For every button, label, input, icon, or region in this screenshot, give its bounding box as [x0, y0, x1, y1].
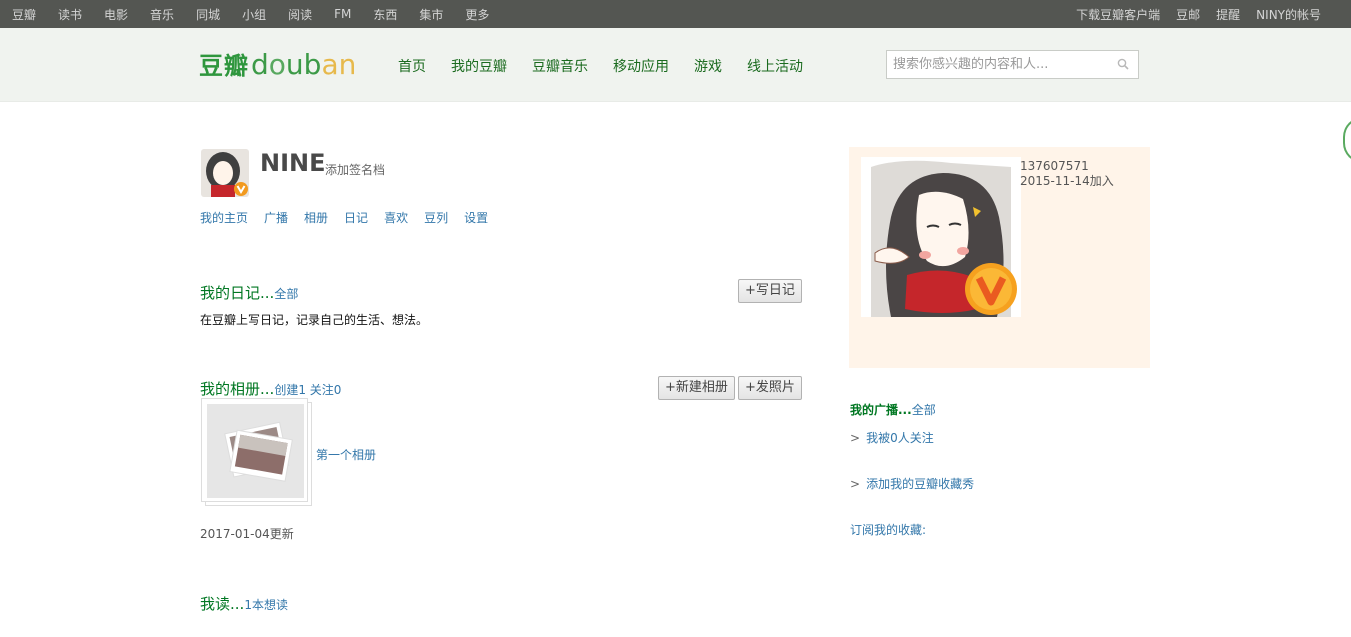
logo-en-text: douban [251, 48, 356, 81]
nav-games[interactable]: 游戏 [694, 56, 722, 76]
global-nav-market[interactable]: 集市 [419, 6, 443, 23]
album-cover-front [201, 398, 308, 502]
global-nav-music[interactable]: 音乐 [150, 6, 174, 23]
global-nav-location[interactable]: 同城 [196, 6, 220, 23]
broadcast-section-title: 我的广播...全部 [850, 401, 936, 418]
tab-doulist[interactable]: 豆列 [424, 209, 448, 226]
profile-name: NINE [260, 149, 326, 177]
notifications-link[interactable]: 提醒 [1216, 6, 1240, 23]
logo-cn-text: 豆瓣 [199, 52, 249, 80]
search-input[interactable] [887, 51, 1107, 78]
collection-show-row: > 添加我的豆瓣收藏秀 [850, 475, 974, 492]
broadcast-all-link[interactable]: 全部 [912, 403, 936, 417]
account-menu-link[interactable]: NINY的帐号 [1256, 6, 1321, 23]
write-diary-button[interactable]: +写日记 [738, 279, 802, 303]
album-title[interactable]: 我的相册... [200, 380, 274, 398]
site-header: 豆瓣 douban 首页 我的豆瓣 豆瓣音乐 移动应用 游戏 线上活动 [0, 28, 1351, 102]
search-icon[interactable] [1117, 58, 1129, 70]
add-collection-show-link[interactable]: 添加我的豆瓣收藏秀 [866, 477, 974, 491]
new-album-button[interactable]: +新建相册 [658, 376, 735, 400]
tab-my-homepage[interactable]: 我的主页 [200, 209, 248, 226]
global-nav-douban[interactable]: 豆瓣 [12, 6, 36, 23]
logo-en-o: o [268, 48, 286, 81]
diary-section-title: 我的日记...全部 [200, 282, 298, 303]
nav-mobile-apps[interactable]: 移动应用 [613, 56, 669, 76]
diary-all-link[interactable]: 全部 [274, 287, 298, 301]
nav-douban-music[interactable]: 豆瓣音乐 [532, 56, 588, 76]
global-nav-group[interactable]: 小组 [242, 6, 266, 23]
tab-diary[interactable]: 日记 [344, 209, 368, 226]
douban-logo[interactable]: 豆瓣 douban [199, 46, 356, 86]
avatar[interactable] [201, 149, 249, 197]
reading-title[interactable]: 我读... [200, 595, 244, 613]
followers-link[interactable]: 我被0人关注 [866, 431, 934, 445]
tab-likes[interactable]: 喜欢 [384, 209, 408, 226]
album-section-title: 我的相册...创建1 关注0 [200, 378, 341, 399]
global-nav-dongxi[interactable]: 东西 [373, 6, 397, 23]
nav-my-douban[interactable]: 我的豆瓣 [451, 56, 507, 76]
add-signature-link[interactable]: 添加签名档 [325, 161, 385, 178]
logo-en-d: d [251, 48, 269, 81]
reading-section-title: 我读...1本想读 [200, 593, 288, 614]
diary-title[interactable]: 我的日记... [200, 284, 274, 302]
main-nav: 首页 我的豆瓣 豆瓣音乐 移动应用 游戏 线上活动 [398, 56, 828, 76]
global-nav-read[interactable]: 阅读 [288, 6, 312, 23]
album-name-link[interactable]: 第一个相册 [316, 446, 376, 463]
logo-en-ub: ub [285, 48, 322, 81]
broadcast-title[interactable]: 我的广播... [850, 403, 912, 417]
global-nav-links: 豆瓣 读书 电影 音乐 同城 小组 阅读 FM 东西 集市 更多 [12, 0, 511, 28]
user-id: 137607571 [1020, 159, 1089, 173]
photo-placeholder-icon [224, 421, 293, 482]
chevron-right-icon: > [850, 477, 861, 491]
global-nav-fm[interactable]: FM [334, 7, 351, 21]
user-info: 137607571 2015-11-14加入 [1020, 159, 1114, 189]
global-nav-book[interactable]: 读书 [58, 6, 82, 23]
join-date: 2015-11-14加入 [1020, 174, 1114, 188]
tab-album[interactable]: 相册 [304, 209, 328, 226]
nav-home[interactable]: 首页 [398, 56, 426, 76]
profile-large-avatar [861, 157, 1021, 317]
chevron-right-icon: > [850, 431, 861, 445]
nav-online-events[interactable]: 线上活动 [747, 56, 803, 76]
search-box [886, 50, 1139, 79]
diary-empty-description: 在豆瓣上写日记，记录自己的生活、想法。 [200, 313, 429, 327]
tab-settings[interactable]: 设置 [464, 209, 488, 226]
upload-photo-button[interactable]: +发照片 [738, 376, 802, 400]
subscribe-collection-link[interactable]: 订阅我的收藏: [850, 521, 926, 538]
logo-en-an: an [321, 48, 357, 81]
tab-broadcast[interactable]: 广播 [264, 209, 288, 226]
followers-row: > 我被0人关注 [850, 429, 934, 446]
album-meta-link[interactable]: 创建1 关注0 [274, 383, 341, 397]
album-cover[interactable] [201, 398, 313, 506]
doumail-link[interactable]: 豆邮 [1176, 6, 1200, 23]
profile-tabs: 我的主页 广播 相册 日记 喜欢 豆列 设置 [200, 209, 504, 226]
global-nav-movie[interactable]: 电影 [104, 6, 128, 23]
album-placeholder-image [207, 404, 304, 498]
global-top-nav: 豆瓣 读书 电影 音乐 同城 小组 阅读 FM 东西 集市 更多 下载豆瓣客户端… [0, 0, 1351, 28]
reading-wish-link[interactable]: 1本想读 [244, 598, 288, 612]
album-updated-date: 2017-01-04更新 [200, 527, 294, 541]
download-client-link[interactable]: 下载豆瓣客户端 [1076, 6, 1160, 23]
global-nav-more[interactable]: 更多 [465, 6, 489, 23]
account-links: 下载豆瓣客户端 豆邮 提醒 NINY的帐号 [1060, 0, 1321, 28]
floating-side-tab[interactable] [1343, 117, 1351, 163]
